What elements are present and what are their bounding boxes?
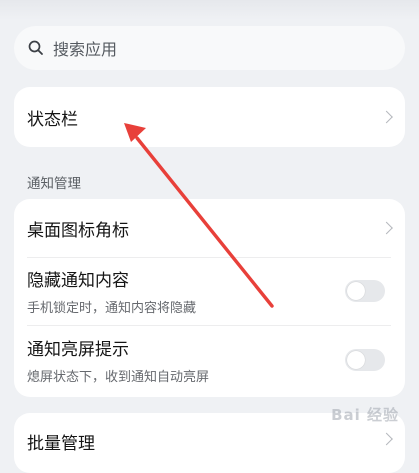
annotation-arrow (124, 123, 274, 308)
